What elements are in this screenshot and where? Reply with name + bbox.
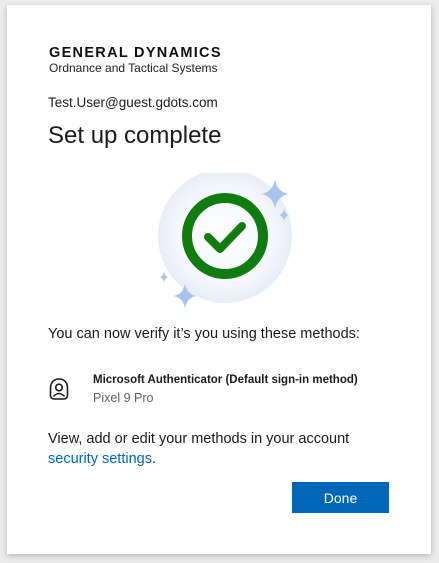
auth-method-name: Microsoft Authenticator (Default sign-in… [93,374,358,386]
page-title: Set up complete [48,122,222,149]
security-settings-link[interactable]: security settings [48,451,152,467]
account-email: Test.User@guest.gdots.com [48,95,218,110]
company-logo: GENERAL DYNAMICS Ordnance and Tactical S… [49,45,222,75]
manage-methods-label: View, add or edit your methods in your a… [48,431,350,447]
verify-methods-text: You can now verify it’s you using these … [48,326,360,342]
logo-company-name: GENERAL DYNAMICS [49,45,222,61]
auth-method-device: Pixel 9 Pro [93,391,154,405]
done-button[interactable]: Done [292,482,389,513]
manage-methods-suffix: . [151,451,156,467]
setup-complete-card: GENERAL DYNAMICS Ordnance and Tactical S… [7,5,431,554]
auth-method-item: Microsoft Authenticator (Default sign-in… [48,374,408,414]
authenticator-app-icon [49,378,69,400]
manage-methods-text: View, add or edit your methods in your a… [48,429,388,469]
success-illustration [148,169,298,313]
success-checkmark-icon [158,169,292,308]
logo-division-name: Ordnance and Tactical Systems [49,61,218,75]
